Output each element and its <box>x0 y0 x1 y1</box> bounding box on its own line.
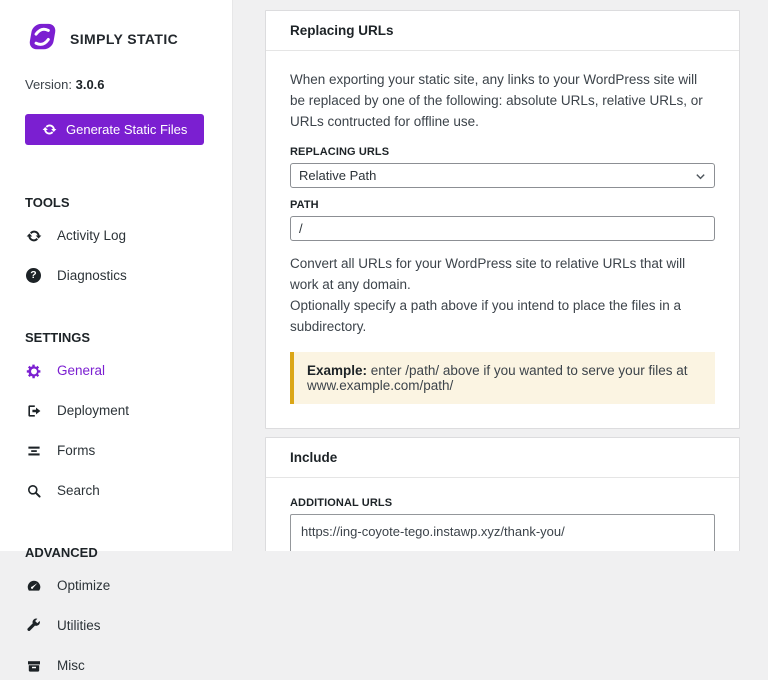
card-title-replacing-urls: Replacing URLs <box>266 11 739 51</box>
version-text: Version: 3.0.6 <box>25 77 105 92</box>
replacing-urls-select-wrap: Relative Path <box>290 162 715 188</box>
sidebar-item-forms[interactable]: Forms <box>25 436 212 465</box>
sidebar-item-label: General <box>57 363 106 378</box>
plugin-name: SIMPLY STATIC <box>70 30 179 47</box>
settings-content: Replacing URLs When exporting your stati… <box>234 0 768 551</box>
sidebar-item-label: Search <box>57 483 100 498</box>
sidebar-item-misc[interactable]: Misc <box>25 651 212 680</box>
sidebar-item-label: Utilities <box>57 618 101 633</box>
version-number: 3.0.6 <box>75 77 105 92</box>
sidebar-item-label: Deployment <box>57 403 130 418</box>
sidebar-item-label: Activity Log <box>57 228 127 243</box>
section-title-advanced: ADVANCED <box>25 545 98 560</box>
search-icon <box>25 482 42 499</box>
sidebar: SIMPLY STATIC Version: 3.0.6 Generate St… <box>0 0 233 673</box>
sidebar-item-label: Diagnostics <box>57 268 127 283</box>
relative-url-help: Convert all URLs for your WordPress site… <box>290 255 686 334</box>
additional-urls-label: ADDITIONAL URLS <box>290 497 393 510</box>
wrench-icon <box>25 617 42 634</box>
include-card: Include ADDITIONAL URLS https://ing-coyo… <box>265 437 740 551</box>
generate-static-files-button[interactable]: Generate Static Files <box>25 114 205 145</box>
example-notice: Example: enter /path/ above if you wante… <box>290 352 715 405</box>
replacing-urls-select[interactable]: Relative Path <box>290 162 715 188</box>
section-title-settings: SETTINGS <box>25 330 91 345</box>
forms-icon <box>25 442 42 459</box>
refresh-icon <box>42 122 57 137</box>
simply-static-logo-icon <box>25 22 61 55</box>
replacing-urls-card: Replacing URLs When exporting your stati… <box>265 10 740 430</box>
replacing-urls-select-label: REPLACING URLS <box>290 145 390 158</box>
sidebar-item-diagnostics[interactable]: ? Diagnostics <box>25 261 212 290</box>
replacing-urls-intro: When exporting your static site, any lin… <box>290 72 703 129</box>
speedometer-icon <box>25 577 42 594</box>
sidebar-item-search[interactable]: Search <box>25 476 212 505</box>
sidebar-item-deployment[interactable]: Deployment <box>25 396 212 425</box>
sidebar-item-label: Misc <box>57 658 85 673</box>
gear-icon <box>25 362 42 379</box>
refresh-icon <box>25 227 42 244</box>
example-label: Example: <box>307 363 368 379</box>
sidebar-item-optimize[interactable]: Optimize <box>25 571 212 600</box>
card-title-include: Include <box>266 438 739 479</box>
sidebar-item-label: Optimize <box>57 578 111 593</box>
sidebar-item-general[interactable]: General <box>25 356 212 385</box>
archive-icon <box>25 657 42 674</box>
sidebar-item-label: Forms <box>57 443 96 458</box>
path-label: PATH <box>290 198 319 211</box>
sidebar-item-utilities[interactable]: Utilities <box>25 611 212 640</box>
export-icon <box>25 402 42 419</box>
section-title-tools: TOOLS <box>25 195 70 210</box>
generate-button-label: Generate Static Files <box>66 122 188 137</box>
help-icon: ? <box>25 267 42 284</box>
path-input[interactable] <box>290 215 715 241</box>
sidebar-item-activity-log[interactable]: Activity Log <box>25 221 212 250</box>
additional-urls-textarea[interactable]: https://ing-coyote-tego.instawp.xyz/than… <box>290 514 715 551</box>
plugin-logo: SIMPLY STATIC <box>25 22 212 55</box>
